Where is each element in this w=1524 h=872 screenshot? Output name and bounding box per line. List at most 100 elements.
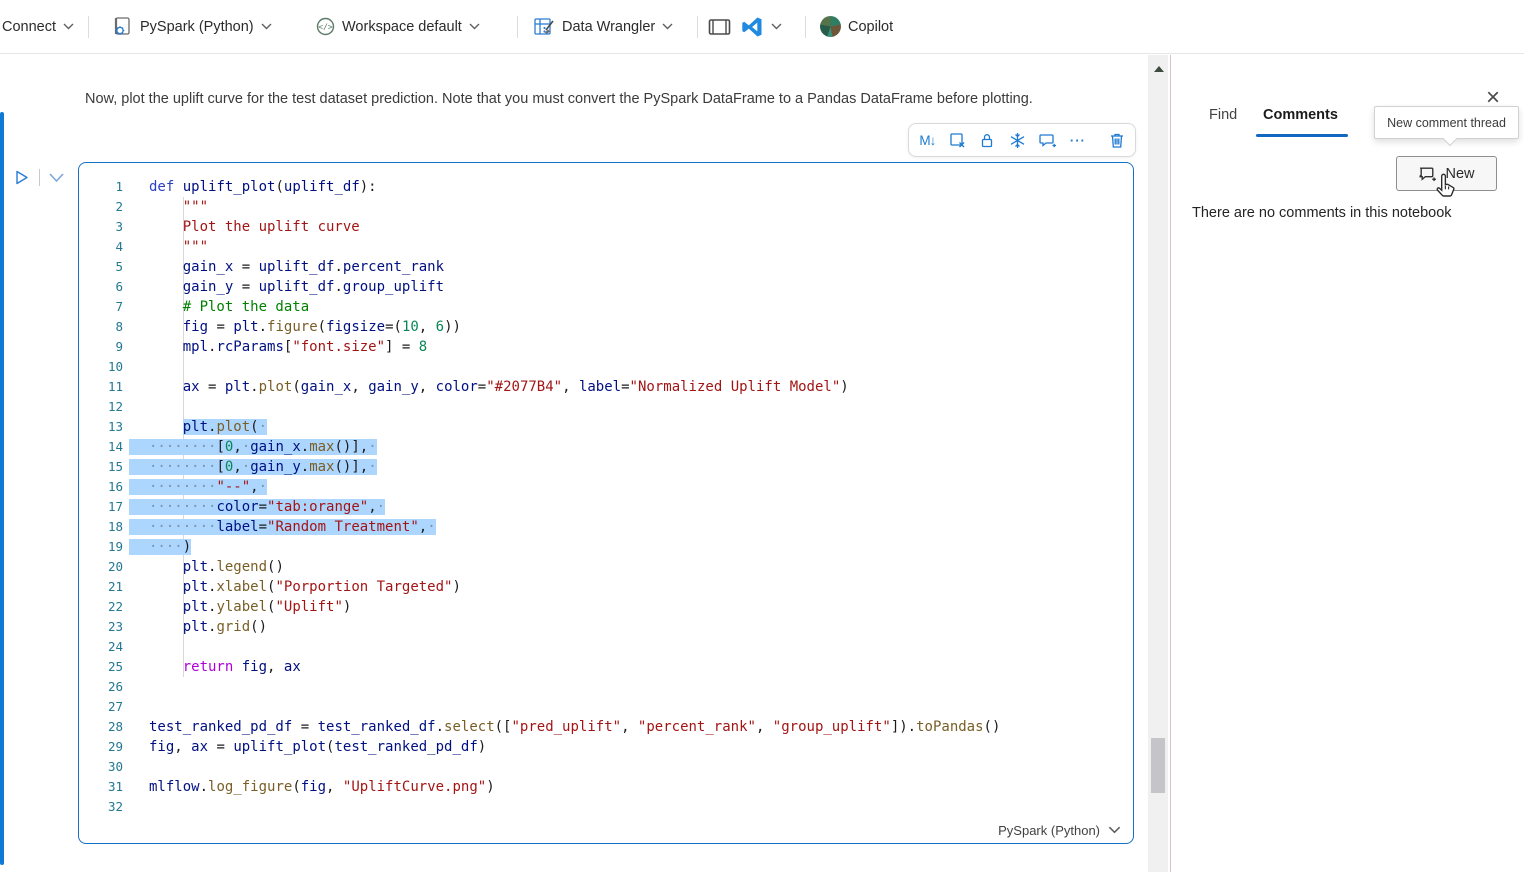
code-line[interactable]: 2 """ (79, 197, 1133, 217)
code-line[interactable]: 29fig, ax = uplift_plot(test_ranked_pd_d… (79, 737, 1133, 757)
code-line[interactable]: 21 plt.xlabel("Porportion Targeted") (79, 577, 1133, 597)
code-line[interactable]: 9 mpl.rcParams["font.size"] = 8 (79, 337, 1133, 357)
line-number: 27 (79, 697, 123, 717)
code-line[interactable]: 7 # Plot the data (79, 297, 1133, 317)
frame-button[interactable] (708, 0, 731, 53)
code-line[interactable]: 16········"--",· (79, 477, 1133, 497)
code-line[interactable]: 15········[0,·gain_y.max()],· (79, 457, 1133, 477)
lock-icon[interactable] (979, 131, 996, 149)
line-number: 17 (79, 497, 123, 517)
code-line[interactable]: 3 Plot the uplift curve (79, 217, 1133, 237)
tab-find[interactable]: Find (1209, 107, 1237, 123)
run-options-chevron-button[interactable] (48, 172, 65, 184)
code-line[interactable]: 24 (79, 637, 1133, 657)
data-wrangler-label: Data Wrangler (562, 19, 655, 35)
code-line[interactable]: 5 gain_x = uplift_df.percent_rank (79, 257, 1133, 277)
code-line[interactable]: 18········label="Random Treatment",· (79, 517, 1133, 537)
copilot-button[interactable]: Copilot (820, 0, 893, 53)
vscode-icon (740, 15, 764, 39)
toolbar-divider (697, 16, 698, 38)
code-line[interactable]: 20 plt.legend() (79, 557, 1133, 577)
new-comment-button-label: New (1445, 166, 1474, 182)
code-line[interactable]: 19····) (79, 537, 1133, 557)
add-comment-icon[interactable] (1039, 131, 1057, 149)
cell-language-selector[interactable]: PySpark (Python) (998, 819, 1121, 841)
line-number: 19 (79, 537, 123, 557)
line-number: 22 (79, 597, 123, 617)
code-line[interactable]: 28test_ranked_pd_df = test_ranked_df.sel… (79, 717, 1133, 737)
code-editor[interactable]: 1def uplift_plot(uplift_df):2 """3 Plot … (79, 177, 1133, 817)
tooltip-text: New comment thread (1387, 116, 1506, 130)
freeze-snowflake-icon[interactable] (1009, 131, 1026, 149)
code-line[interactable]: 10 (79, 357, 1133, 377)
code-line[interactable]: 14········[0,·gain_x.max()],· (79, 437, 1133, 457)
data-wrangler-button[interactable]: Data Wrangler (533, 0, 673, 53)
toolbar-divider (517, 16, 518, 38)
tab-comments[interactable]: Comments (1263, 107, 1338, 123)
markdown-cell-text[interactable]: Now, plot the uplift curve for the test … (85, 91, 1125, 107)
line-number: 8 (79, 317, 123, 337)
workspace-label: Workspace default (342, 19, 462, 35)
delete-cell-icon[interactable] (1108, 131, 1125, 149)
add-comment-icon (1418, 165, 1437, 183)
clear-output-icon[interactable] (949, 131, 966, 149)
code-line[interactable]: 12 (79, 397, 1133, 417)
toolbar-divider (805, 16, 806, 38)
scrollbar-up-arrow[interactable] (1154, 66, 1164, 72)
code-line[interactable]: 6 gain_y = uplift_df.group_uplift (79, 277, 1133, 297)
code-line[interactable]: 8 fig = plt.figure(figsize=(10, 6)) (79, 317, 1133, 337)
line-number: 30 (79, 757, 123, 777)
line-number: 23 (79, 617, 123, 637)
code-cell[interactable]: 1def uplift_plot(uplift_df):2 """3 Plot … (78, 162, 1134, 844)
chevron-down-icon (63, 23, 74, 30)
code-line[interactable]: 25 return fig, ax (79, 657, 1133, 677)
line-number: 5 (79, 257, 123, 277)
line-number: 32 (79, 797, 123, 817)
code-line[interactable]: 32 (79, 797, 1133, 817)
code-line[interactable]: 26 (79, 677, 1133, 697)
code-line[interactable]: 27 (79, 697, 1133, 717)
more-actions-button[interactable]: ··· (1070, 131, 1087, 149)
line-number: 6 (79, 277, 123, 297)
line-number: 2 (79, 197, 123, 217)
line-number: 1 (79, 177, 123, 197)
workspace-selector-button[interactable]: </> Workspace default (316, 0, 480, 53)
line-number: 14 (79, 437, 123, 457)
chevron-down-icon (771, 23, 782, 30)
convert-to-markdown-button[interactable]: M↓ (919, 131, 936, 149)
code-line[interactable]: 31mlflow.log_figure(fig, "UpliftCurve.pn… (79, 777, 1133, 797)
copilot-icon (820, 16, 841, 37)
panel-divider (1170, 55, 1171, 872)
line-number: 11 (79, 377, 123, 397)
new-comment-button[interactable]: New (1396, 156, 1497, 191)
run-controls-divider (39, 169, 40, 186)
line-number: 24 (79, 637, 123, 657)
selected-cell-indicator (0, 112, 4, 865)
connect-button[interactable]: Connect (2, 0, 74, 53)
line-number: 9 (79, 337, 123, 357)
code-line[interactable]: 13 plt.plot(· (79, 417, 1133, 437)
kernel-selector-button[interactable]: PySpark (Python) (112, 0, 272, 53)
line-number: 28 (79, 717, 123, 737)
code-line[interactable]: 22 plt.ylabel("Uplift") (79, 597, 1133, 617)
code-line[interactable]: 23 plt.grid() (79, 617, 1133, 637)
vscode-button[interactable] (740, 0, 782, 53)
copilot-label: Copilot (848, 19, 893, 35)
toolbar-divider (88, 16, 89, 38)
line-number: 31 (79, 777, 123, 797)
code-line[interactable]: 1def uplift_plot(uplift_df): (79, 177, 1133, 197)
code-line[interactable]: 30 (79, 757, 1133, 777)
line-number: 4 (79, 237, 123, 257)
line-number: 12 (79, 397, 123, 417)
code-line[interactable]: 17········color="tab:orange",· (79, 497, 1133, 517)
chevron-down-icon (469, 23, 480, 30)
frame-icon (708, 18, 731, 36)
connect-label: Connect (2, 19, 56, 35)
run-cell-button[interactable] (12, 168, 31, 187)
code-line[interactable]: 11 ax = plt.plot(gain_x, gain_y, color="… (79, 377, 1133, 397)
workspace-code-icon: </> (316, 17, 335, 36)
notebook-scrollbar-thumb[interactable] (1151, 738, 1165, 793)
line-number: 16 (79, 477, 123, 497)
code-line[interactable]: 4 """ (79, 237, 1133, 257)
line-number: 29 (79, 737, 123, 757)
